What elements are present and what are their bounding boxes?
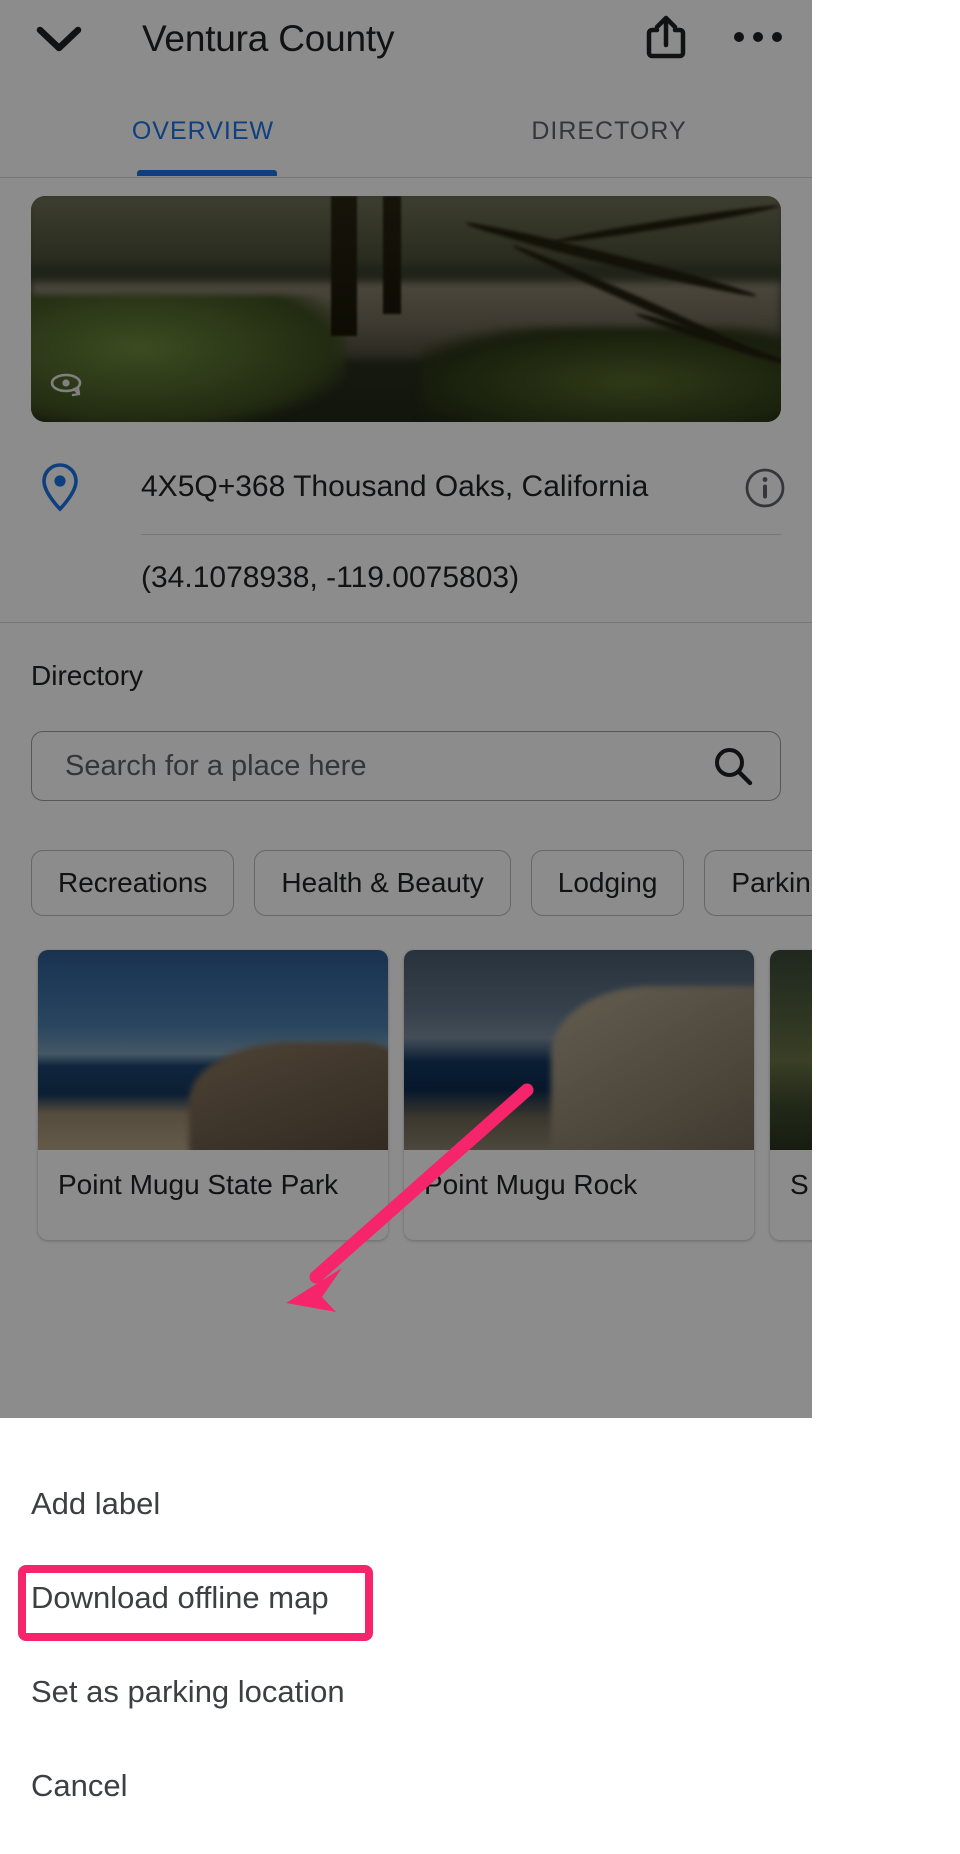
place-thumbnail xyxy=(404,950,754,1150)
place-thumbnail xyxy=(38,950,388,1150)
chip-recreations[interactable]: Recreations xyxy=(31,850,235,916)
tab-active-indicator xyxy=(137,170,277,176)
place-card-name: Point Mugu Rock xyxy=(424,1169,638,1200)
street-view-icon[interactable] xyxy=(47,370,85,400)
section-divider xyxy=(0,622,812,623)
menu-item-set-as-parking-location[interactable]: Set as parking location xyxy=(0,1660,960,1724)
place-card-name: S xyxy=(790,1169,809,1200)
address-text: 4X5Q+368 Thousand Oaks, California xyxy=(141,470,649,503)
chip-health-beauty[interactable]: Health & Beauty xyxy=(254,850,511,916)
search-input[interactable]: Search for a place here xyxy=(31,731,781,801)
hero-sky xyxy=(31,196,781,264)
place-card-name: Point Mugu State Park xyxy=(58,1169,339,1200)
chevron-down-icon[interactable] xyxy=(30,10,88,68)
category-chip-row[interactable]: Recreations Health & Beauty Lodging Park… xyxy=(31,850,812,920)
hero-foliage-left xyxy=(31,295,346,422)
address-row[interactable]: 4X5Q+368 Thousand Oaks, California xyxy=(0,438,812,534)
search-icon[interactable] xyxy=(712,732,754,800)
place-card[interactable]: Point Mugu Rock xyxy=(404,950,754,1240)
hero-photo[interactable] xyxy=(31,196,781,422)
place-card[interactable]: Point Mugu State Park xyxy=(38,950,388,1240)
info-icon[interactable] xyxy=(742,465,788,511)
menu-item-add-label[interactable]: Add label xyxy=(0,1472,960,1536)
hero-tree-trunk xyxy=(383,196,401,314)
menu-item-download-offline-map[interactable]: Download offline map xyxy=(0,1566,960,1630)
place-thumbnail xyxy=(770,950,812,1150)
app-header: Ventura County xyxy=(0,0,812,92)
menu-item-cancel[interactable]: Cancel xyxy=(0,1754,960,1818)
coordinates-row[interactable]: (34.1078938, -119.0075803) xyxy=(0,535,812,621)
tab-overview[interactable]: OVERVIEW xyxy=(0,92,406,176)
coordinates-text: (34.1078938, -119.0075803) xyxy=(141,561,520,594)
overflow-menu-icon[interactable] xyxy=(731,8,785,66)
page-title: Ventura County xyxy=(142,18,395,59)
place-card-row[interactable]: Point Mugu State Park Point Mugu Rock S xyxy=(38,950,812,1250)
tab-bar: OVERVIEW DIRECTORY xyxy=(0,92,812,178)
share-icon[interactable] xyxy=(641,8,691,66)
tab-directory[interactable]: DIRECTORY xyxy=(406,92,812,176)
place-card[interactable]: S xyxy=(770,950,812,1240)
app-content-layer: Ventura County OVERVIEW DIRECTORY 4X5Q+3… xyxy=(0,0,812,1418)
location-pin-icon xyxy=(38,462,82,512)
chip-parking[interactable]: Parking xyxy=(704,850,812,916)
chip-lodging[interactable]: Lodging xyxy=(530,850,685,916)
bottom-sheet-menu: Add label Download offline map Set as pa… xyxy=(0,1418,960,1854)
search-placeholder: Search for a place here xyxy=(65,749,367,782)
overflow-dots xyxy=(734,32,782,42)
directory-heading: Directory xyxy=(31,660,144,691)
hero-tree-trunk xyxy=(331,196,357,337)
